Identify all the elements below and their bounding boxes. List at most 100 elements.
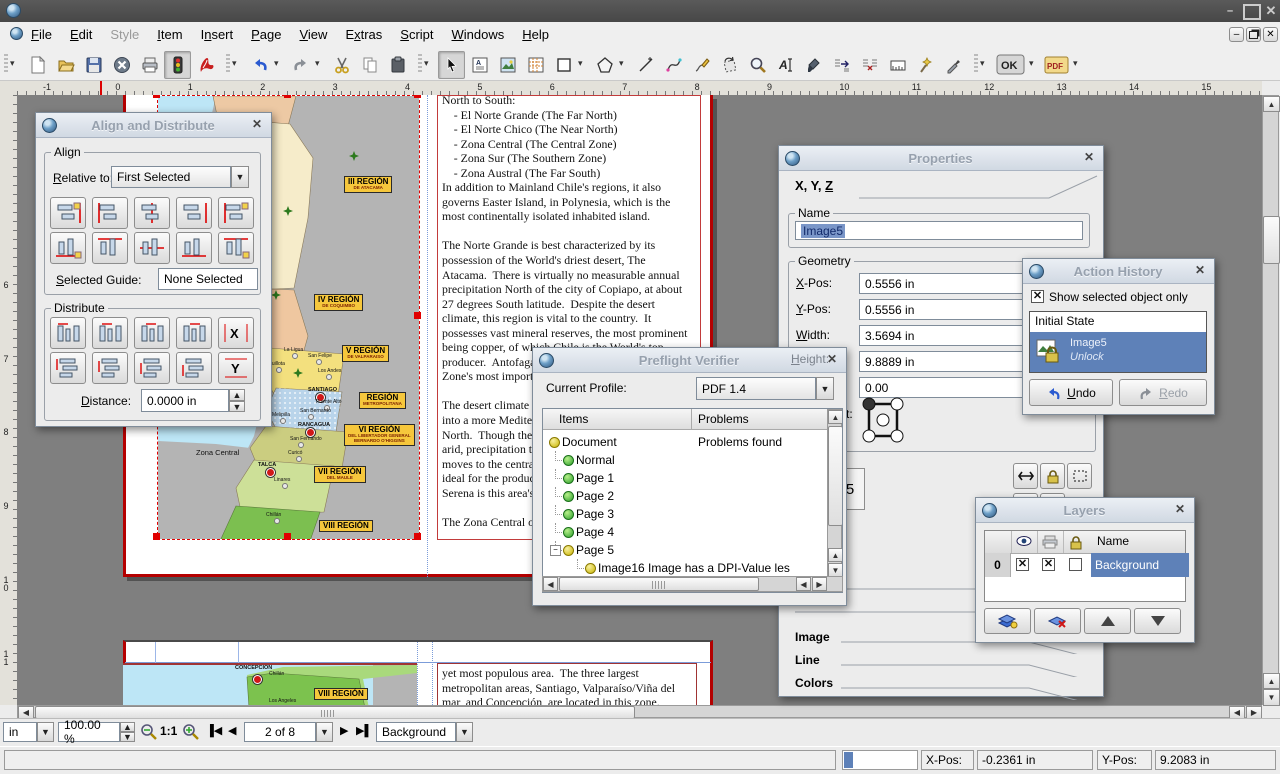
- name-field[interactable]: Image5: [795, 221, 1083, 240]
- undo-icon[interactable]: [246, 51, 273, 79]
- save-icon[interactable]: [80, 51, 107, 79]
- add-layer-button[interactable]: [984, 608, 1031, 634]
- redo-button[interactable]: Redo: [1119, 379, 1207, 406]
- distance-spin-down[interactable]: ▼: [229, 401, 245, 412]
- menu-insert[interactable]: Insert: [192, 22, 243, 47]
- window-maximize-button[interactable]: [1243, 4, 1261, 20]
- pdf-export-icon[interactable]: [192, 51, 219, 79]
- page-number-arrow[interactable]: ▼: [316, 722, 333, 742]
- selection-handle[interactable]: [284, 95, 291, 98]
- profile-select[interactable]: PDF 1.4: [696, 377, 816, 400]
- align-distribute-dialog-close-icon[interactable]: ✕: [249, 117, 265, 133]
- zoom-icon[interactable]: [744, 51, 771, 79]
- distribute-h-button-2[interactable]: [134, 317, 170, 349]
- ok-tools-icon[interactable]: OK: [994, 51, 1028, 79]
- insert-shape-dropdown-arrow[interactable]: ▾: [578, 58, 583, 69]
- align-h-button-4[interactable]: [218, 197, 254, 229]
- align-v-button-4[interactable]: [218, 232, 254, 264]
- preflight-row[interactable]: −Page 5: [543, 541, 827, 559]
- pdf-tools-icon[interactable]: PDF: [1042, 51, 1072, 79]
- zoom-spin-up[interactable]: ▲: [120, 722, 135, 732]
- lower-layer-button[interactable]: [1134, 608, 1181, 634]
- insert-polygon-dropdown-arrow[interactable]: ▾: [619, 58, 624, 69]
- problems-list[interactable]: ItemsProblemsDocumentProblems foundNorma…: [542, 408, 843, 593]
- preflight-row[interactable]: Image16 Image has a DPI-Value les: [543, 559, 827, 577]
- layer-select-arrow[interactable]: ▼: [456, 722, 473, 742]
- insert-shape-icon[interactable]: [550, 51, 577, 79]
- action-history-palette-close-icon[interactable]: ✕: [1192, 263, 1208, 279]
- distance-spin-up[interactable]: ▲: [229, 389, 245, 401]
- new-icon[interactable]: [24, 51, 51, 79]
- undo-button[interactable]: Undo: [1029, 379, 1113, 406]
- layer-row[interactable]: 0✕✕Background: [985, 553, 1185, 577]
- last-page-button[interactable]: ▶▌: [356, 724, 372, 737]
- cut-icon[interactable]: [328, 51, 355, 79]
- vertical-ruler[interactable]: 6789101112: [0, 95, 18, 705]
- unit-select[interactable]: in: [3, 722, 37, 742]
- list-vscrollbar[interactable]: ▲▲▼: [827, 409, 842, 592]
- distribute-v-button-0[interactable]: [50, 352, 86, 384]
- link-text-frames-icon[interactable]: [828, 51, 855, 79]
- preflight-row[interactable]: Normal: [543, 451, 827, 469]
- toolbar-overflow-arrow[interactable]: ▾: [980, 58, 985, 69]
- distribute-v-button-2[interactable]: [134, 352, 170, 384]
- layer-print-checkbox[interactable]: ✕: [1042, 558, 1055, 571]
- action-history-palette[interactable]: Action History✕✕Show selected object onl…: [1022, 258, 1215, 415]
- column-problems[interactable]: Problems: [698, 412, 749, 426]
- layers-table[interactable]: Name0✕✕Background: [984, 530, 1186, 602]
- redo-icon[interactable]: [287, 51, 314, 79]
- distance-input[interactable]: 0.0000 in: [141, 389, 229, 412]
- flip-horizontal-button[interactable]: [1013, 463, 1038, 489]
- selection-handle[interactable]: [414, 95, 421, 98]
- distribute-h-button-1[interactable]: [92, 317, 128, 349]
- preflight-row[interactable]: Page 4: [543, 523, 827, 541]
- scroll-up-button-2[interactable]: ▲: [1263, 673, 1280, 689]
- column-items[interactable]: Items: [559, 412, 588, 426]
- undo-dropdown-arrow[interactable]: ▾: [274, 58, 279, 69]
- rotate-item-icon[interactable]: [716, 51, 743, 79]
- horizontal-ruler[interactable]: -10123456789101112131415: [17, 81, 1262, 96]
- layers-palette-close-icon[interactable]: ✕: [1172, 502, 1188, 518]
- redo-dropdown-arrow[interactable]: ▾: [315, 58, 320, 69]
- relative-to-select[interactable]: First Selected: [111, 166, 231, 188]
- delete-layer-button[interactable]: [1034, 608, 1081, 634]
- relative-to-arrow[interactable]: ▼: [231, 166, 249, 188]
- mdi-minimize-button[interactable]: –: [1229, 27, 1244, 42]
- menu-file[interactable]: File: [22, 22, 61, 47]
- action-history-palette-titlebar[interactable]: Action History✕: [1023, 259, 1214, 284]
- image-frame-map-page2[interactable]: CONCEPCIÓNChillánLos AngelesVIII REGIÓN: [123, 663, 417, 705]
- align-h-button-0[interactable]: [50, 197, 86, 229]
- menu-script[interactable]: Script: [391, 22, 442, 47]
- horizontal-scrollbar[interactable]: ◀ ◀ ▶: [17, 705, 1262, 718]
- menu-view[interactable]: View: [290, 22, 336, 47]
- list-scroll-right[interactable]: ▶: [812, 577, 827, 591]
- copy-properties-icon[interactable]: [800, 51, 827, 79]
- zoom-1to1-button[interactable]: 1:1: [160, 724, 177, 738]
- distribute-h-button-4[interactable]: X: [218, 317, 254, 349]
- window-minimize-button[interactable]: –: [1220, 5, 1240, 18]
- pdf-tools-dropdown-arrow[interactable]: ▾: [1073, 58, 1078, 69]
- preflight-verifier-dialog[interactable]: Preflight Verifier✕Current Profile:PDF 1…: [532, 347, 847, 606]
- menu-item[interactable]: Item: [148, 22, 191, 47]
- align-distribute-dialog-titlebar[interactable]: Align and Distribute✕: [36, 113, 271, 138]
- preflight-verifier-icon[interactable]: [164, 51, 191, 79]
- distribute-v-button-1[interactable]: [92, 352, 128, 384]
- edit-contents-icon[interactable]: A: [772, 51, 799, 79]
- menu-page[interactable]: Page: [242, 22, 290, 47]
- select-icon[interactable]: [438, 51, 465, 79]
- history-item-selected[interactable]: Image5Unlock: [1030, 332, 1206, 372]
- layer-select[interactable]: Background: [376, 722, 456, 742]
- layer-lock-checkbox[interactable]: [1069, 558, 1082, 571]
- align-h-button-1[interactable]: [92, 197, 128, 229]
- layer-visible-checkbox[interactable]: ✕: [1016, 558, 1029, 571]
- selection-handle[interactable]: [153, 533, 160, 540]
- list-hthumb[interactable]: [559, 577, 759, 591]
- insert-render-frame-icon[interactable]: [522, 51, 549, 79]
- paste-icon[interactable]: [384, 51, 411, 79]
- menu-help[interactable]: Help: [513, 22, 558, 47]
- raise-layer-button[interactable]: [1084, 608, 1131, 634]
- align-distribute-dialog[interactable]: Align and Distribute✕AlignRelative to:Fi…: [35, 112, 272, 427]
- layer-name[interactable]: Background: [1091, 553, 1189, 577]
- align-v-button-2[interactable]: [134, 232, 170, 264]
- distribute-h-button-3[interactable]: [176, 317, 212, 349]
